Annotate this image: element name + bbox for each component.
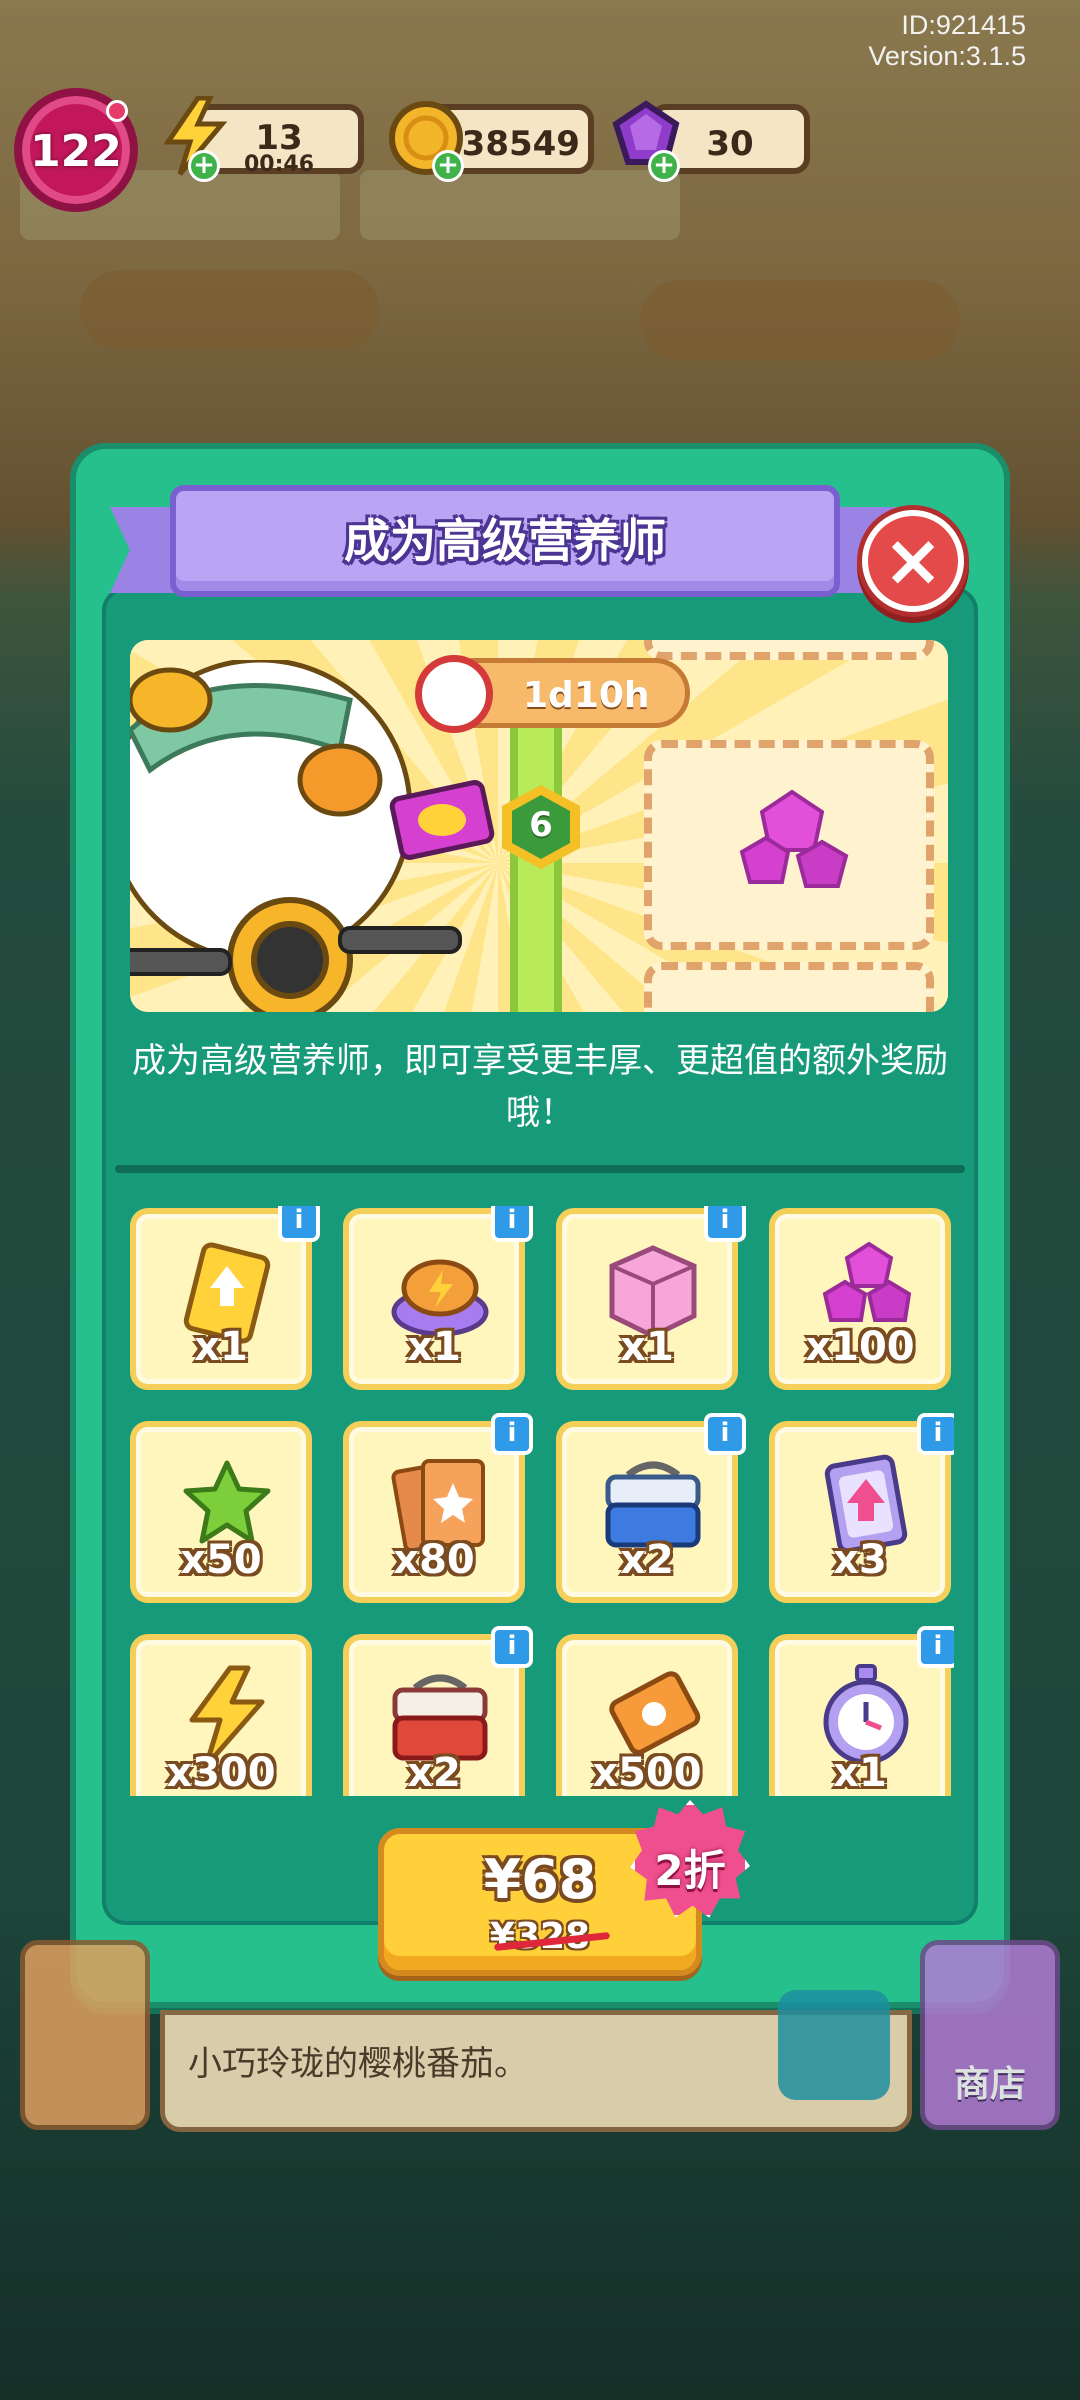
build-info: ID:921415 Version:3.1.5 [868,10,1026,72]
reward-qty: x1 [407,1324,461,1370]
reward-item-upgrade-ticket[interactable]: x3 i [769,1413,954,1603]
reward-qty: x1 [833,1750,887,1796]
countdown-text: 1d10h [523,675,650,716]
promo-banner: 1d10h 6 [130,640,948,1012]
reward-preview-card [644,740,934,950]
add-gem-button[interactable]: + [648,150,680,182]
divider [115,1165,965,1173]
info-button[interactable]: i [491,1206,533,1242]
gem-pile-icon [739,789,849,888]
reward-qty: x3 [833,1537,887,1583]
reward-qty: x50 [180,1537,262,1583]
player-level-badge[interactable]: 122 [14,88,138,212]
reward-grid: x1 i x1 i x1 i x100 x50 x80 i x2 i x3 i … [128,1206,954,1796]
reward-qty: x2 [407,1750,461,1796]
title-ribbon: 成为高级营养师 [110,485,900,607]
reward-item-energy-bolt[interactable]: x300 [130,1634,312,1796]
chef-hat-card-icon [389,780,495,860]
reward-qty: x80 [393,1537,475,1583]
reward-qty: x100 [805,1324,915,1370]
back-button[interactable] [20,1940,150,2130]
player-id: ID:921415 [901,10,1026,40]
clock-icon [415,655,493,733]
add-coin-button[interactable]: + [432,150,464,182]
reward-item-red-cooler[interactable]: x2 i [343,1626,533,1796]
info-button[interactable]: i [704,1206,746,1242]
reward-item-stopwatch[interactable]: x1 i [769,1626,954,1796]
shop-label: 商店 [953,2064,1026,2105]
reward-qty: x500 [592,1750,702,1796]
reward-item-speed-plate[interactable]: x1 i [343,1206,533,1390]
info-button[interactable]: i [917,1626,954,1668]
info-button[interactable]: i [704,1413,746,1455]
reward-item-green-star[interactable]: x50 [130,1421,312,1603]
close-icon: × [882,518,944,602]
reward-item-blue-cooler[interactable]: x2 i [556,1413,746,1603]
discount-text: 2折 [654,1846,726,1895]
track-level: 6 [529,805,553,845]
reward-item-orange-ticket[interactable]: x500 [556,1634,738,1796]
reward-qty: x1 [194,1324,248,1370]
reward-item-pink-cube[interactable]: x1 i [556,1206,746,1390]
add-energy-button[interactable]: + [188,150,220,182]
reward-item-upgrade-card[interactable]: x1 i [130,1206,320,1390]
player-level: 122 [30,126,122,177]
original-price: ¥328 [489,1916,591,1957]
item-hint-text: 小巧玲珑的樱桃番茄。 [188,2044,528,2084]
reward-item-recipe-cards[interactable]: x80 i [343,1413,533,1603]
tomato-item-icon [778,1990,890,2100]
info-button[interactable]: i [491,1413,533,1455]
reward-qty: x300 [166,1750,276,1796]
info-button[interactable]: i [491,1626,533,1668]
modal-title: 成为高级营养师 [344,514,666,568]
version-text: Version:3.1.5 [868,41,1026,71]
notification-dot [106,100,128,122]
close-button[interactable]: × [862,510,964,612]
modal-description: 成为高级营养师，即可享受更丰厚、更超值的额外奖励哦！ [132,1041,948,1133]
reward-qty: x2 [620,1537,674,1583]
shop-button[interactable]: 商店 [920,1940,1060,2130]
reward-qty: x1 [620,1324,674,1370]
reward-item-purple-gems[interactable]: x100 [769,1208,951,1390]
info-button[interactable]: i [278,1206,320,1242]
info-button[interactable]: i [917,1413,954,1455]
